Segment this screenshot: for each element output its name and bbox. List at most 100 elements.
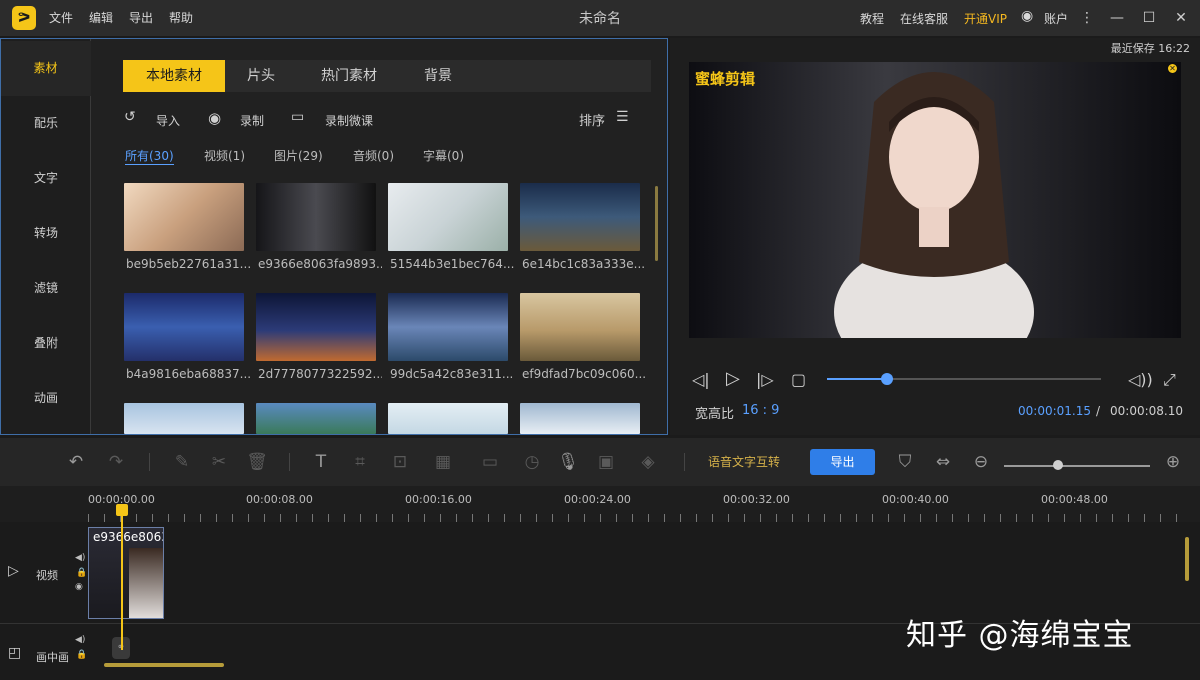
- video-track-icon: ▷: [8, 563, 19, 579]
- account-link[interactable]: 账户: [1044, 10, 1068, 27]
- export-button[interactable]: 导出: [810, 449, 875, 475]
- seek-handle[interactable]: [881, 373, 893, 385]
- text-icon[interactable]: T: [308, 449, 334, 475]
- sort-button[interactable]: 排序: [579, 110, 605, 129]
- aspect-ratio-value[interactable]: 16 : 9: [742, 403, 779, 418]
- zoom-slider-track[interactable]: [1004, 465, 1150, 467]
- nav-music[interactable]: 配乐: [1, 96, 91, 151]
- media-thumb[interactable]: [388, 293, 508, 361]
- speech-text-button[interactable]: 语音文字互转: [708, 453, 780, 470]
- delete-icon[interactable]: 🗑: [244, 449, 270, 475]
- tab-hot[interactable]: 热门素材: [303, 60, 395, 92]
- track-visible-icon[interactable]: ◉: [75, 582, 83, 592]
- account-icon[interactable]: ◉: [1021, 8, 1033, 24]
- tab-background[interactable]: 背景: [403, 60, 473, 92]
- media-caption: 6e14bc1c83a333e...: [522, 257, 646, 271]
- import-button[interactable]: 导入: [156, 112, 180, 129]
- media-thumb[interactable]: [388, 183, 508, 251]
- tab-intro[interactable]: 片头: [225, 60, 297, 92]
- import-icon[interactable]: ↺: [124, 109, 136, 125]
- clip-label: e9366e8063: [93, 530, 164, 544]
- mosaic-icon[interactable]: ▦: [430, 449, 456, 475]
- filter-all[interactable]: 所有(30): [125, 147, 174, 165]
- filter-image[interactable]: 图片(29): [274, 147, 323, 164]
- preview-video[interactable]: 蜜蜂剪辑 ✕: [689, 62, 1181, 338]
- nav-transition[interactable]: 转场: [1, 206, 91, 261]
- undo-icon[interactable]: ↶: [63, 449, 89, 475]
- nav-animation[interactable]: 动画: [1, 371, 91, 426]
- filter-audio[interactable]: 音频(0): [353, 147, 394, 164]
- zoom-region-icon[interactable]: ⊡: [387, 449, 413, 475]
- stop-icon[interactable]: ▢: [791, 370, 806, 389]
- microphone-icon[interactable]: 🎙: [555, 449, 581, 475]
- tab-local[interactable]: 本地素材: [123, 60, 225, 92]
- library-scrollbar[interactable]: [655, 186, 658, 261]
- fullscreen-icon[interactable]: ⤢: [1163, 370, 1176, 390]
- redo-icon[interactable]: ↷: [103, 449, 129, 475]
- media-thumb[interactable]: [520, 183, 640, 251]
- volume-icon[interactable]: ◁)): [1128, 370, 1153, 389]
- zoom-out-icon[interactable]: ⊖: [968, 449, 994, 475]
- playhead-line[interactable]: [121, 504, 123, 650]
- media-thumb[interactable]: [124, 403, 244, 434]
- media-thumb[interactable]: [388, 403, 508, 434]
- media-thumb[interactable]: [256, 183, 376, 251]
- close-icon[interactable]: ✕: [1171, 8, 1191, 28]
- nav-text[interactable]: 文字: [1, 151, 91, 206]
- voiceover-icon[interactable]: ▣: [593, 449, 619, 475]
- fit-timeline-icon[interactable]: ⇔: [930, 449, 956, 475]
- library-tabs: 本地素材 片头 热门素材 背景: [123, 60, 651, 92]
- record-lesson-button[interactable]: 录制微课: [325, 112, 373, 129]
- frame-icon[interactable]: ▭: [477, 449, 503, 475]
- video-clip[interactable]: e9366e8063: [88, 527, 164, 619]
- support-link[interactable]: 在线客服: [900, 10, 948, 27]
- track-lock-icon[interactable]: 🔒: [76, 650, 87, 660]
- more-icon[interactable]: ⋮: [1077, 8, 1097, 28]
- zoom-slider-handle[interactable]: [1053, 460, 1063, 470]
- filter-video[interactable]: 视频(1): [204, 147, 245, 164]
- crop-icon[interactable]: ⌗: [347, 449, 373, 475]
- vip-link[interactable]: 开通VIP: [964, 10, 1007, 27]
- tutorial-link[interactable]: 教程: [860, 10, 884, 27]
- nav-filter[interactable]: 滤镜: [1, 261, 91, 316]
- media-thumb[interactable]: [520, 403, 640, 434]
- menu-export[interactable]: 导出: [129, 9, 153, 26]
- track-mute-icon[interactable]: ◀): [75, 635, 85, 645]
- media-thumb[interactable]: [124, 183, 244, 251]
- edit-icon[interactable]: ✎: [169, 449, 195, 475]
- media-thumb[interactable]: [124, 293, 244, 361]
- filter-subtitle[interactable]: 字幕(0): [423, 147, 464, 164]
- track-lock-icon[interactable]: 🔒: [76, 568, 87, 578]
- nav-material[interactable]: 素材: [1, 41, 91, 96]
- brand-watermark: 蜜蜂剪辑: [695, 70, 756, 88]
- timeline-vscrollbar[interactable]: [1185, 537, 1189, 581]
- record-icon[interactable]: ◉: [208, 109, 221, 127]
- play-icon[interactable]: ▷: [726, 368, 740, 389]
- menu-file[interactable]: 文件: [49, 9, 73, 26]
- media-thumb[interactable]: [520, 293, 640, 361]
- timeline-ruler[interactable]: 00:00:00.00 00:00:08.00 00:00:16.00 00:0…: [0, 486, 1200, 522]
- color-fill-icon[interactable]: ◈: [635, 449, 661, 475]
- media-thumb[interactable]: [256, 403, 376, 434]
- timeline-hscrollbar[interactable]: [104, 663, 224, 667]
- record-lesson-icon[interactable]: ▭: [291, 109, 304, 125]
- next-frame-icon[interactable]: |▷: [756, 370, 774, 389]
- marker-icon[interactable]: ⛉: [892, 449, 918, 475]
- maximize-icon[interactable]: ☐: [1139, 8, 1159, 28]
- track-mute-icon[interactable]: ◀): [75, 553, 85, 563]
- record-button[interactable]: 录制: [240, 112, 264, 129]
- minimize-icon[interactable]: —: [1107, 8, 1127, 28]
- prev-frame-icon[interactable]: ◁|: [692, 370, 710, 389]
- menu-edit[interactable]: 编辑: [89, 9, 113, 26]
- duration-icon[interactable]: ◷: [519, 449, 545, 475]
- menu-help[interactable]: 帮助: [169, 9, 193, 26]
- zoom-in-icon[interactable]: ⊕: [1160, 449, 1186, 475]
- media-thumb[interactable]: [256, 293, 376, 361]
- cut-icon[interactable]: ✂: [206, 449, 232, 475]
- watermark-close-icon[interactable]: ✕: [1168, 64, 1177, 73]
- playhead-handle[interactable]: [116, 504, 128, 516]
- sort-icon[interactable]: ☰: [616, 109, 629, 125]
- pip-track-icon: ◰: [8, 645, 22, 661]
- toolbar-divider: [149, 453, 150, 471]
- nav-overlay[interactable]: 叠附: [1, 316, 91, 371]
